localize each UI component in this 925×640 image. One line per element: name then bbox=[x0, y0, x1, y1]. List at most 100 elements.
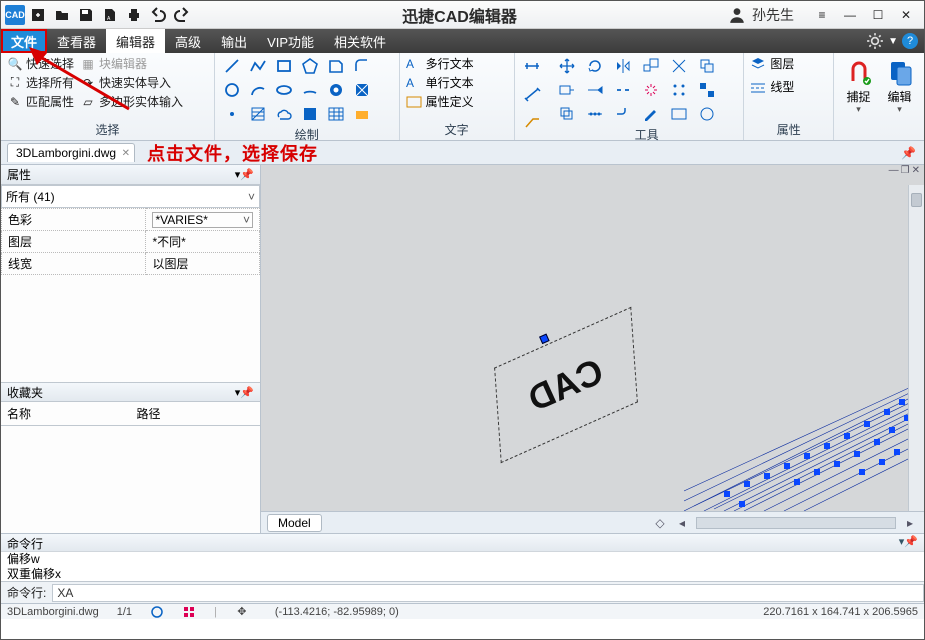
menu-editor[interactable]: 编辑器 bbox=[106, 29, 165, 53]
scrollbar-thumb[interactable] bbox=[911, 193, 922, 207]
tool-offset-icon[interactable] bbox=[556, 103, 578, 125]
menu-output[interactable]: 输出 bbox=[211, 29, 257, 53]
drawing-canvas[interactable]: CAD bbox=[261, 175, 924, 511]
match-props-button[interactable]: ✎匹配属性 bbox=[7, 93, 74, 110]
cmdhist-body[interactable]: 偏移w 双重偏移x bbox=[1, 552, 924, 581]
menu-viewer[interactable]: 查看器 bbox=[47, 29, 106, 53]
model-tab[interactable]: Model bbox=[267, 514, 322, 532]
canvas-min-icon[interactable]: — bbox=[889, 165, 899, 176]
dim-leader-icon[interactable] bbox=[521, 111, 543, 133]
tool-array-icon[interactable] bbox=[668, 79, 690, 101]
undo-icon[interactable] bbox=[149, 6, 167, 24]
doc-tab[interactable]: 3DLamborgini.dwg ✕ bbox=[7, 143, 135, 162]
tool-edit-icon[interactable] bbox=[640, 103, 662, 125]
draw-region-icon[interactable] bbox=[351, 103, 373, 125]
draw-ellipse-arc-icon[interactable] bbox=[299, 79, 321, 101]
new-icon[interactable] bbox=[29, 6, 47, 24]
canvas-restore-icon[interactable]: ❐ bbox=[901, 165, 910, 176]
prop-row-color[interactable]: 色彩 *VARIES*˅ bbox=[2, 209, 260, 231]
hscroll-left-icon[interactable]: ◂ bbox=[674, 516, 690, 530]
draw-line-icon[interactable] bbox=[221, 55, 243, 77]
quick-import-button[interactable]: ↷快速实体导入 bbox=[80, 74, 171, 91]
menu-advanced[interactable]: 高级 bbox=[165, 29, 211, 53]
cmdhist-pin-icon[interactable]: ▾📌 bbox=[899, 535, 918, 550]
settings-icon[interactable] bbox=[866, 32, 884, 50]
draw-cloud-icon[interactable] bbox=[273, 103, 295, 125]
tool-move-icon[interactable] bbox=[556, 55, 578, 77]
draw-rect-icon[interactable] bbox=[273, 55, 295, 77]
draw-hatch-icon[interactable] bbox=[247, 103, 269, 125]
tool-trim-icon[interactable] bbox=[668, 55, 690, 77]
doctabs-pin-icon[interactable]: 📌 bbox=[901, 146, 916, 160]
draw-donut-icon[interactable] bbox=[325, 79, 347, 101]
draw-circle-icon[interactable] bbox=[221, 79, 243, 101]
print-icon[interactable] bbox=[125, 6, 143, 24]
prop-row-lineweight[interactable]: 线宽 以图层 bbox=[2, 253, 260, 275]
select-all-button[interactable]: ⛶选择所有 bbox=[7, 74, 74, 91]
close-icon[interactable]: ✕ bbox=[898, 7, 914, 23]
tool-mirror-icon[interactable] bbox=[612, 55, 634, 77]
menu-file[interactable]: 文件 bbox=[1, 29, 47, 53]
draw-ellipse-icon[interactable] bbox=[273, 79, 295, 101]
tool-divide-icon[interactable] bbox=[584, 103, 606, 125]
canvas-close-icon[interactable]: ✕ bbox=[912, 165, 920, 176]
layer-button[interactable]: 图层 bbox=[750, 55, 827, 72]
status-ring-icon[interactable] bbox=[150, 605, 164, 619]
status-grid-icon[interactable] bbox=[182, 605, 196, 619]
draw-polyline-icon[interactable] bbox=[247, 55, 269, 77]
draw-fillet-icon[interactable] bbox=[351, 55, 373, 77]
props-filter[interactable]: 所有 (41) ˅ bbox=[1, 185, 260, 208]
canvas-vscroll[interactable] bbox=[908, 185, 924, 511]
open-icon[interactable] bbox=[53, 6, 71, 24]
hscroll-dropdown-icon[interactable]: ◇ bbox=[652, 516, 668, 530]
tool-break-icon[interactable] bbox=[612, 79, 634, 101]
hscroll-track[interactable] bbox=[696, 517, 896, 529]
tool-misc-icon[interactable] bbox=[696, 103, 718, 125]
menu-related[interactable]: 相关软件 bbox=[324, 29, 396, 53]
tool-extend-icon[interactable] bbox=[584, 79, 606, 101]
linetype-button[interactable]: 线型 bbox=[750, 78, 827, 95]
edit-big-button[interactable]: 编辑 ▾ bbox=[881, 59, 918, 115]
tool-align-icon[interactable] bbox=[696, 79, 718, 101]
redo-icon[interactable] bbox=[173, 6, 191, 24]
command-input[interactable] bbox=[52, 584, 924, 602]
draw-polygon-icon[interactable] bbox=[299, 55, 321, 77]
cad-selected-object[interactable]: CAD bbox=[479, 313, 653, 456]
menu-vip[interactable]: VIP功能 bbox=[257, 29, 324, 53]
tool-join-icon[interactable] bbox=[612, 103, 634, 125]
doc-tab-close-icon[interactable]: ✕ bbox=[122, 148, 130, 159]
draw-chamfer-icon[interactable] bbox=[325, 55, 347, 77]
settings-caret-icon[interactable]: ▼ bbox=[888, 36, 898, 47]
favorites-pin-icon[interactable]: ▾📌 bbox=[235, 386, 254, 399]
dim-linear-icon[interactable] bbox=[521, 55, 543, 77]
minimize-icon[interactable]: — bbox=[842, 7, 858, 23]
maximize-icon[interactable]: ☐ bbox=[870, 7, 886, 23]
tool-scale-icon[interactable] bbox=[640, 55, 662, 77]
draw-block-icon[interactable] bbox=[299, 103, 321, 125]
export-pdf-icon[interactable]: A bbox=[101, 6, 119, 24]
hscroll-right-icon[interactable]: ▸ bbox=[902, 516, 918, 530]
tool-explode-icon[interactable] bbox=[640, 79, 662, 101]
dim-aligned-icon[interactable] bbox=[521, 83, 543, 105]
draw-arc-icon[interactable] bbox=[247, 79, 269, 101]
quick-select-button[interactable]: 🔍快速选择 bbox=[7, 55, 74, 72]
mtext-button[interactable]: A多行文本 bbox=[406, 55, 508, 72]
tool-grp-icon[interactable] bbox=[668, 103, 690, 125]
status-move-icon[interactable]: ✥ bbox=[235, 605, 249, 619]
menu-icon[interactable]: ≡ bbox=[814, 7, 830, 23]
snap-button[interactable]: 捕捉 ▾ bbox=[840, 59, 877, 115]
prop-row-layer[interactable]: 图层 *不同* bbox=[2, 231, 260, 253]
poly-entity-button[interactable]: ▱多边形实体输入 bbox=[80, 93, 183, 110]
props-pin-icon[interactable]: ▾📌 bbox=[235, 168, 254, 181]
tool-copy-icon[interactable] bbox=[696, 55, 718, 77]
prop-color-value[interactable]: *VARIES*˅ bbox=[152, 212, 253, 228]
stext-button[interactable]: A单行文本 bbox=[406, 74, 508, 91]
attdef-button[interactable]: 属性定义 bbox=[406, 93, 508, 110]
user-area[interactable]: 孙先生 bbox=[728, 5, 794, 25]
save-icon[interactable] bbox=[77, 6, 95, 24]
tool-rotate-icon[interactable] bbox=[584, 55, 606, 77]
tool-stretch-icon[interactable] bbox=[556, 79, 578, 101]
draw-wipeout-icon[interactable] bbox=[351, 79, 373, 101]
draw-table-icon[interactable] bbox=[325, 103, 347, 125]
draw-point-icon[interactable] bbox=[221, 103, 243, 125]
